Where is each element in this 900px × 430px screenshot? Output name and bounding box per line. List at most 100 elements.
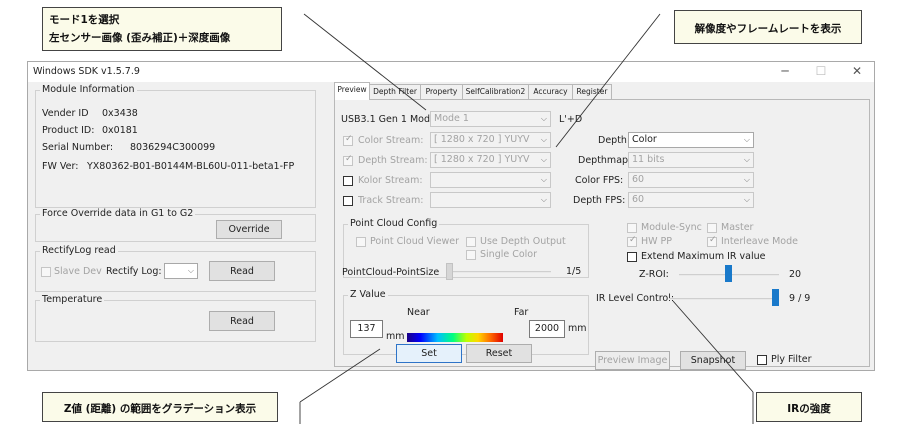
track-stream-checkbox[interactable] xyxy=(343,196,353,206)
color-fps-value: 60 xyxy=(632,174,645,185)
snapshot-button[interactable]: Snapshot xyxy=(680,351,746,370)
depth-stream-value: [ 1280 x 720 ] YUYV xyxy=(434,154,530,165)
rectify-log-title: RectifyLog read xyxy=(40,245,118,256)
depth-fps-select[interactable]: 60 ⌵ xyxy=(628,192,754,208)
module-sync-checkbox[interactable] xyxy=(627,223,637,233)
depth-select[interactable]: Color ⌵ xyxy=(628,132,754,148)
z-reset-button[interactable]: Reset xyxy=(466,344,532,363)
ir-level-label: IR Level Control: xyxy=(596,293,675,304)
callout-ir: IRの強度 xyxy=(756,392,862,422)
chevron-down-icon: ⌵ xyxy=(743,155,750,164)
color-fps-label: Color FPS: xyxy=(575,175,624,186)
hw-pp-label: HW PP xyxy=(641,236,673,247)
depth-stream-select[interactable]: [ 1280 x 720 ] YUYV ⌵ xyxy=(430,152,551,168)
close-button[interactable]: ✕ xyxy=(844,63,870,80)
point-size-slider-thumb[interactable] xyxy=(446,263,453,280)
callout-mode-line2: 左センサー画像 (歪み補正)＋深度画像 xyxy=(49,32,231,44)
tab-preview[interactable]: Preview xyxy=(334,82,370,100)
slave-dev-label: Slave Dev xyxy=(54,266,102,277)
chevron-down-icon: ⌵ xyxy=(540,195,547,204)
kolor-stream-select[interactable]: ⌵ xyxy=(430,172,551,188)
usb-mode-label: USB3.1 Gen 1 Mode: xyxy=(341,114,440,125)
near-unit: mm xyxy=(386,331,405,342)
tab-selfcalibration2[interactable]: SelfCalibration2 xyxy=(462,84,529,100)
product-id-label: Product ID: xyxy=(42,125,95,136)
vender-id-value: 0x3438 xyxy=(102,108,138,119)
module-info-title: Module Information xyxy=(40,84,137,95)
tab-property[interactable]: Property xyxy=(420,84,463,100)
chevron-down-icon: ⌵ xyxy=(540,114,547,123)
rectify-log-label: Rectify Log: xyxy=(106,266,162,277)
z-set-button[interactable]: Set xyxy=(396,344,462,363)
mode-desc: L'+D xyxy=(559,114,583,125)
tab-accuracy[interactable]: Accuracy xyxy=(528,84,573,100)
point-cloud-viewer-checkbox[interactable] xyxy=(356,237,366,247)
temperature-read-button[interactable]: Read xyxy=(209,311,275,331)
depth-stream-label: Depth Stream: xyxy=(358,155,428,166)
slave-dev-checkbox[interactable] xyxy=(41,267,51,277)
rectify-read-button[interactable]: Read xyxy=(209,261,275,281)
far-input[interactable]: 2000 xyxy=(529,320,565,338)
near-input[interactable]: 137 xyxy=(350,320,383,338)
z-range-gradient xyxy=(407,333,503,342)
override-button[interactable]: Override xyxy=(216,220,282,239)
single-color-checkbox[interactable] xyxy=(466,250,476,260)
point-size-label: PointCloud-PointSize xyxy=(342,267,440,278)
ply-filter-label: Ply Filter xyxy=(771,354,812,365)
tab-register[interactable]: Register xyxy=(572,84,612,100)
ir-level-value: 9 / 9 xyxy=(789,293,811,304)
color-stream-checkbox[interactable]: ✓ xyxy=(343,134,353,146)
preview-image-button[interactable]: Preview Image xyxy=(595,351,670,370)
color-stream-value: [ 1280 x 720 ] YUYV xyxy=(434,134,530,145)
chevron-down-icon: ⌵ xyxy=(540,175,547,184)
force-override-group: Force Override data in G1 to G2 Override xyxy=(35,208,316,242)
track-stream-select[interactable]: ⌵ xyxy=(430,192,551,208)
rectify-log-select[interactable]: ⌵ xyxy=(164,263,198,279)
depthmap-label: Depthmap xyxy=(578,155,629,166)
color-stream-select[interactable]: [ 1280 x 720 ] YUYV ⌵ xyxy=(430,132,551,148)
tab-strip: Preview Depth Filter Property SelfCalibr… xyxy=(334,82,870,100)
point-size-value: 1/5 xyxy=(566,266,582,277)
ply-filter-checkbox[interactable] xyxy=(757,355,767,365)
color-stream-label: Color Stream: xyxy=(358,135,424,146)
point-size-slider-track[interactable] xyxy=(447,271,551,273)
serial-number-value: 8036294C300099 xyxy=(130,142,216,153)
kolor-stream-label: Kolor Stream: xyxy=(358,175,423,186)
callout-mode-line1: モード1を選択 xyxy=(49,14,120,26)
chevron-down-icon: ⌵ xyxy=(743,135,750,144)
maximize-button[interactable]: ☐ xyxy=(808,63,834,80)
fw-ver-value: YX80362-B01-B0144M-BL60U-011-beta1-FP xyxy=(87,161,295,172)
tab-depth-filter[interactable]: Depth Filter xyxy=(369,84,421,100)
module-info-group: Module Information Vender ID 0x3438 Prod… xyxy=(35,84,316,208)
single-color-label: Single Color xyxy=(480,249,538,260)
interleave-checkbox[interactable]: ✓ xyxy=(707,235,717,247)
color-fps-select[interactable]: 60 ⌵ xyxy=(628,172,754,188)
minimize-button[interactable]: ─ xyxy=(772,63,798,80)
depth-label: Depth xyxy=(598,135,627,146)
extend-ir-checkbox[interactable] xyxy=(627,252,637,262)
chevron-down-icon: ⌵ xyxy=(540,155,547,164)
depth-stream-checkbox[interactable]: ✓ xyxy=(343,154,353,166)
master-label: Master xyxy=(721,222,754,233)
track-stream-label: Track Stream: xyxy=(358,195,424,206)
depthmap-select[interactable]: 11 bits ⌵ xyxy=(628,152,754,168)
ir-level-slider-thumb[interactable] xyxy=(772,289,779,306)
z-roi-label: Z-ROI: xyxy=(639,269,669,280)
near-label: Near xyxy=(407,307,430,318)
depth-value: Color xyxy=(632,134,657,145)
usb-mode-value: Mode 1 xyxy=(434,113,469,124)
fw-ver-label: FW Ver: xyxy=(42,161,79,172)
ir-level-slider-track[interactable] xyxy=(669,298,779,300)
usb-mode-select[interactable]: Mode 1 ⌵ xyxy=(430,111,551,127)
master-checkbox[interactable] xyxy=(707,223,717,233)
temperature-title: Temperature xyxy=(40,294,105,305)
use-depth-output-checkbox[interactable] xyxy=(466,237,476,247)
window-title: Windows SDK v1.5.7.9 xyxy=(33,66,140,77)
hw-pp-checkbox[interactable]: ✓ xyxy=(627,235,637,247)
z-roi-slider-thumb[interactable] xyxy=(725,265,732,282)
kolor-stream-checkbox[interactable] xyxy=(343,176,353,186)
sdk-window: Windows SDK v1.5.7.9 ─ ☐ ✕ Module Inform… xyxy=(27,61,875,371)
rectify-log-group: RectifyLog read Slave Dev Rectify Log: ⌵… xyxy=(35,245,316,292)
chevron-down-icon: ⌵ xyxy=(540,135,547,144)
chevron-down-icon: ⌵ xyxy=(743,175,750,184)
